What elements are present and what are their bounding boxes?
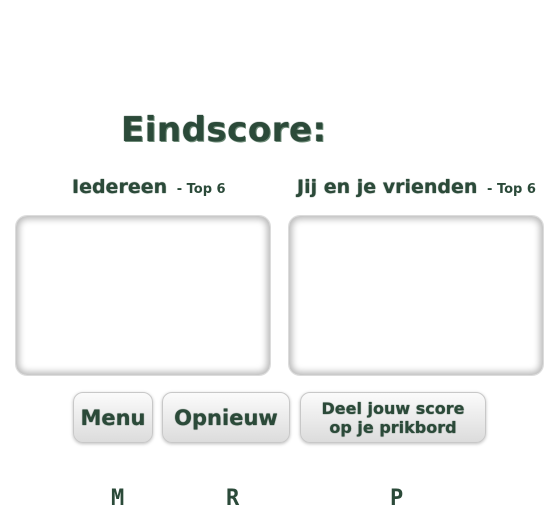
final-score-title: Eindscore: [121, 110, 327, 150]
leaderboard-friends-suffix: - Top 6 [487, 182, 536, 197]
leaderboard-friends-heading: Jij en je vrienden - Top 6 [297, 176, 536, 198]
leaderboard-all-panel [15, 215, 271, 376]
menu-button[interactable]: Menu [73, 392, 153, 443]
share-score-button[interactable]: Deel jouw score op je prikbord [300, 392, 486, 443]
share-hotkey-label: P [390, 486, 404, 511]
restart-hotkey-label: R [226, 486, 240, 511]
leaderboard-all-suffix: - Top 6 [176, 182, 226, 197]
leaderboard-friends-label: Jij en je vrienden [297, 176, 478, 198]
leaderboard-all-label: Iedereen [72, 176, 168, 198]
restart-button[interactable]: Opnieuw [162, 392, 290, 443]
leaderboard-friends-panel [288, 215, 544, 376]
menu-hotkey-label: M [111, 486, 125, 511]
leaderboard-all-heading: Iedereen - Top 6 [72, 176, 226, 198]
